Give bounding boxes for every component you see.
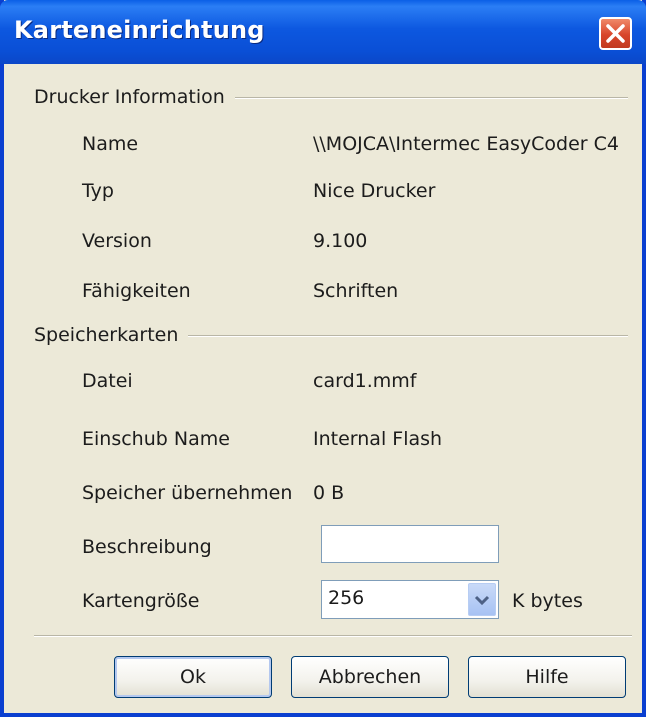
chevron-down-icon xyxy=(474,595,490,605)
window-title: Karteneinrichtung xyxy=(14,16,265,44)
slot-name-value: Internal Flash xyxy=(313,428,443,450)
version-label: Version xyxy=(82,230,152,252)
description-label: Beschreibung xyxy=(82,536,212,558)
slot-name-label: Einschub Name xyxy=(82,428,230,450)
help-button[interactable]: Hilfe xyxy=(468,656,626,698)
file-value: card1.mmf xyxy=(313,370,417,392)
cancel-button[interactable]: Abbrechen xyxy=(291,656,449,698)
memory-label: Speicher übernehmen xyxy=(82,482,293,504)
version-value: 9.100 xyxy=(313,230,368,252)
capabilities-label: Fähigkeiten xyxy=(82,280,191,302)
name-label: Name xyxy=(82,133,139,155)
description-input[interactable] xyxy=(321,525,499,563)
type-label: Typ xyxy=(82,180,114,202)
name-value: \\MOJCA\Intermec EasyCoder C4 xyxy=(313,133,620,155)
close-icon xyxy=(606,24,625,43)
card-size-value: 256 xyxy=(328,587,365,609)
close-button[interactable] xyxy=(599,17,632,50)
button-separator xyxy=(34,635,632,637)
card-size-select[interactable]: 256 xyxy=(321,580,499,619)
type-value: Nice Drucker xyxy=(313,180,436,202)
printer-group-title: Drucker Information xyxy=(34,86,235,108)
dropdown-button[interactable] xyxy=(468,583,496,616)
dialog-window: Karteneinrichtung Drucker Information Na… xyxy=(0,0,646,717)
ok-button[interactable]: Ok xyxy=(114,656,272,698)
card-size-unit: K bytes xyxy=(512,590,583,612)
card-group-title: Speicherkarten xyxy=(34,324,189,346)
file-label: Datei xyxy=(82,370,133,392)
memory-value: 0 B xyxy=(313,482,345,504)
title-bar[interactable]: Karteneinrichtung xyxy=(0,0,646,64)
capabilities-value: Schriften xyxy=(313,280,399,302)
card-size-label: Kartengröße xyxy=(82,590,200,612)
